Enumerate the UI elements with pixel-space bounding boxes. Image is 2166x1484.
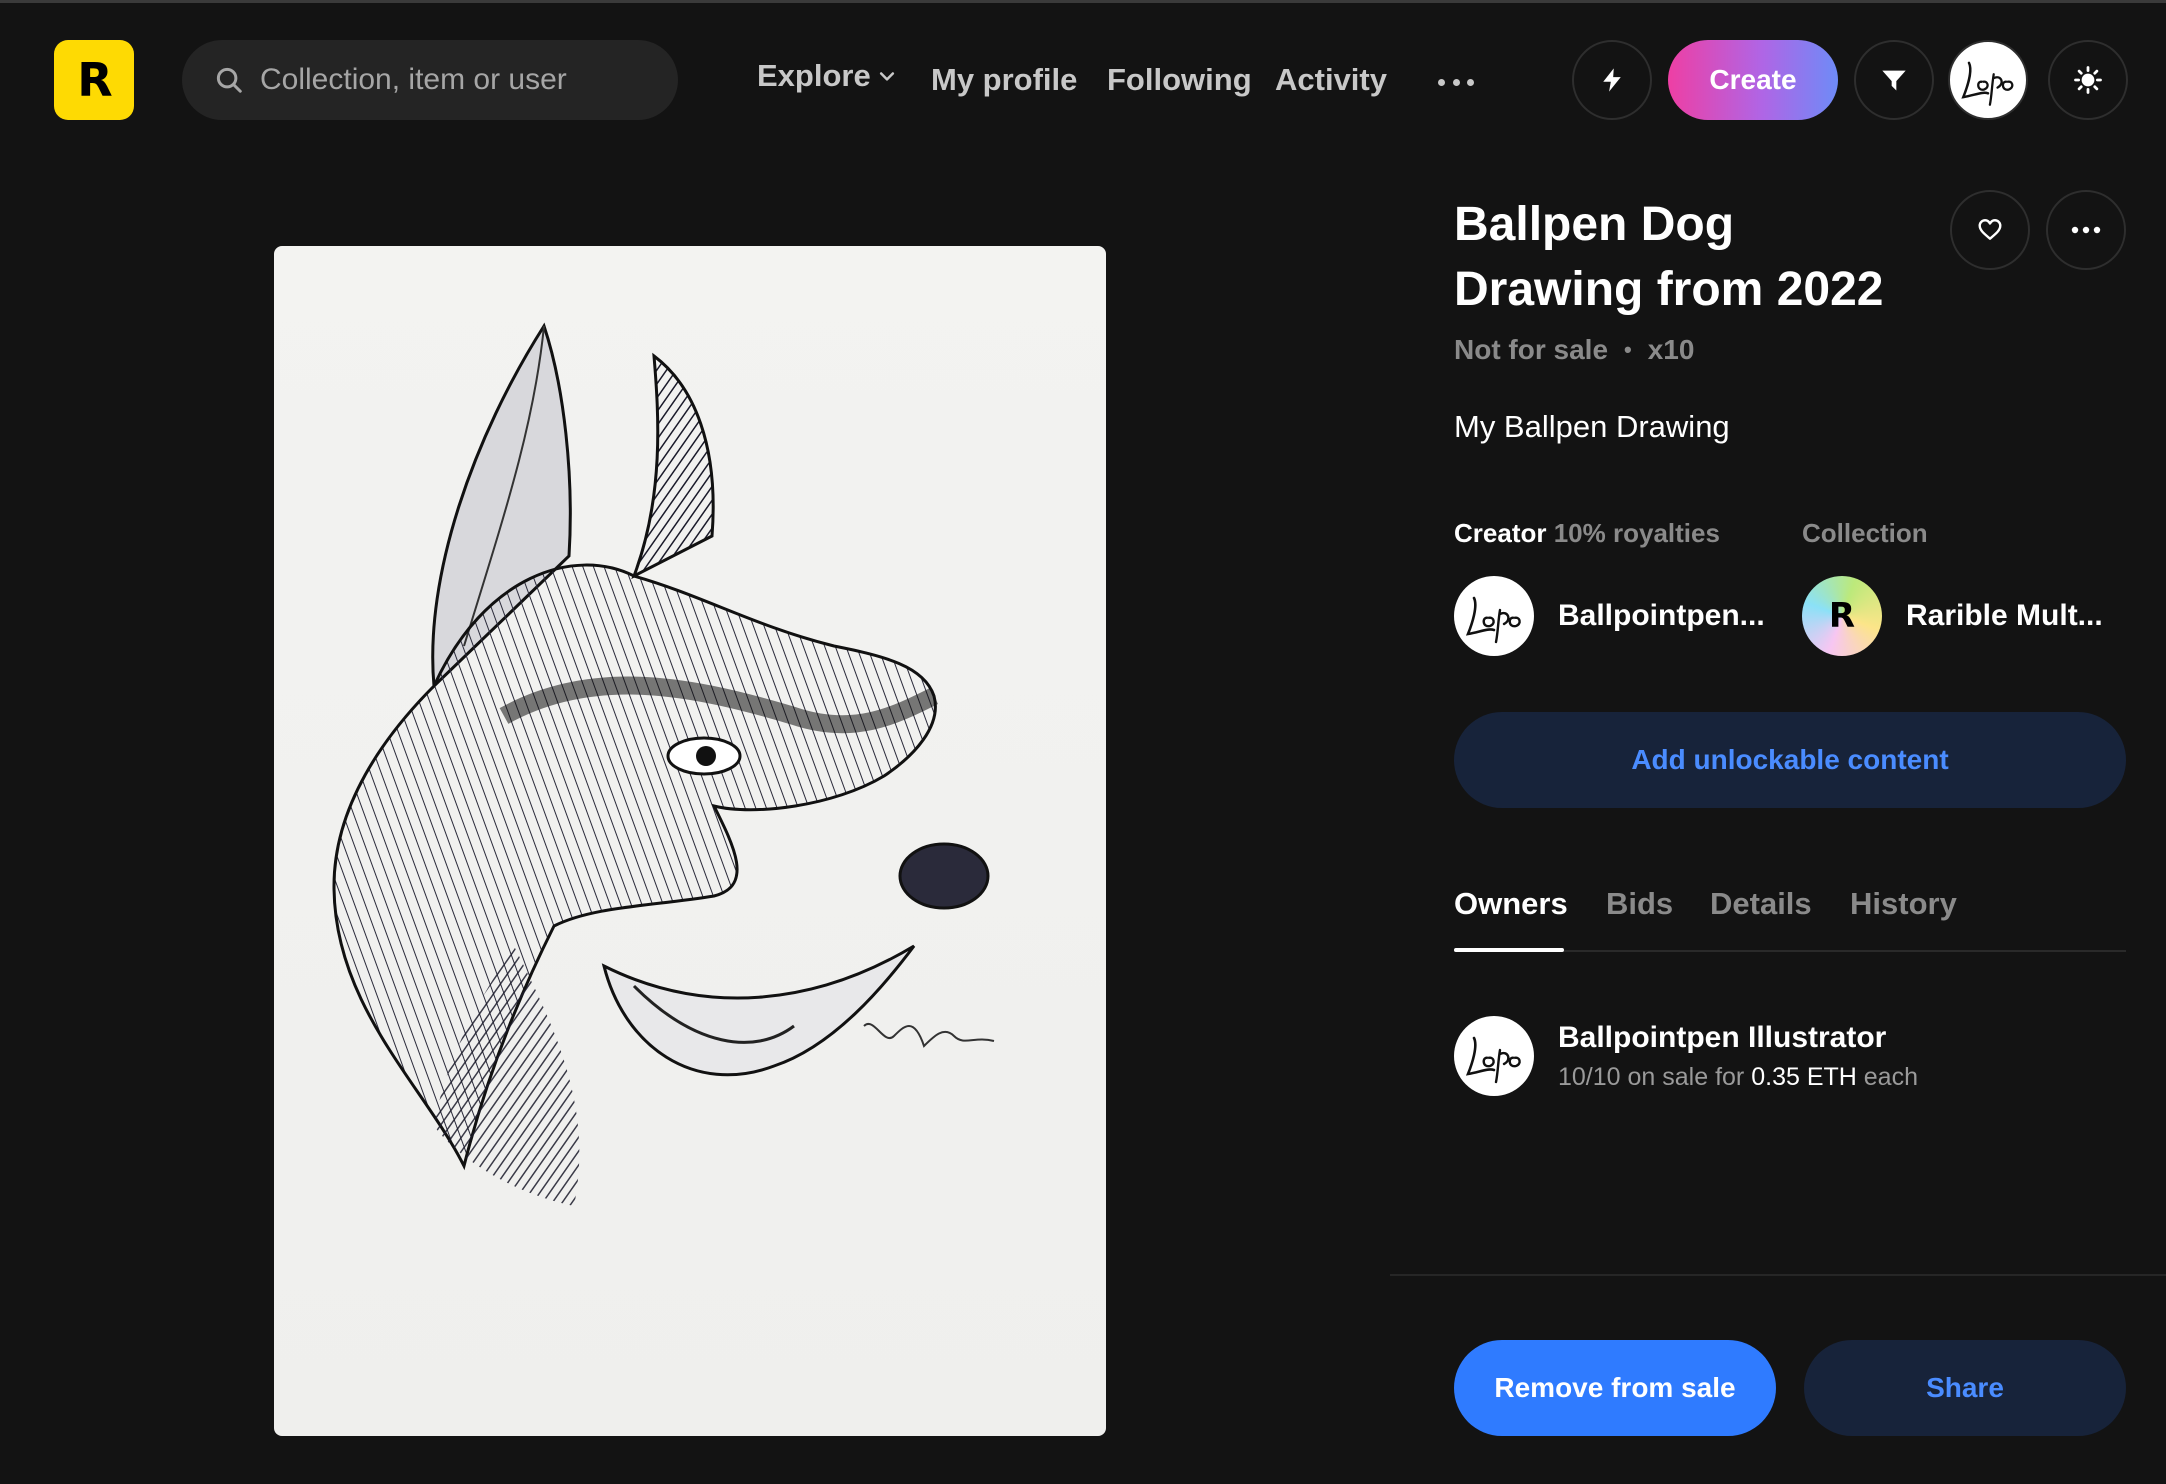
footer-divider bbox=[1390, 1274, 2166, 1276]
meta-separator: • bbox=[1624, 337, 1632, 362]
signature-avatar-image bbox=[1961, 61, 2014, 106]
tab-details[interactable]: Details bbox=[1710, 886, 1812, 922]
nav-following[interactable]: Following bbox=[1107, 58, 1252, 102]
item-description: My Ballpen Drawing bbox=[1454, 409, 1730, 444]
search-input[interactable] bbox=[260, 63, 640, 97]
search-bar[interactable] bbox=[182, 40, 678, 120]
item-more-button[interactable] bbox=[2046, 190, 2126, 270]
heart-icon bbox=[1978, 219, 2002, 240]
nav-activity[interactable]: Activity bbox=[1275, 58, 1387, 102]
owner-quantity: 10/10 bbox=[1558, 1062, 1621, 1091]
item-tabs: Owners Bids Details History bbox=[1454, 880, 2126, 952]
owner-name: Ballpointpen Illustrator bbox=[1558, 1020, 1887, 1054]
rarible-logo[interactable]: R bbox=[54, 40, 134, 120]
add-unlockable-content-button[interactable]: Add unlockable content bbox=[1454, 712, 2126, 808]
item-title: Ballpen Dog Drawing from 2022 bbox=[1454, 198, 1884, 316]
nav-my-profile[interactable]: My profile bbox=[931, 58, 1077, 102]
collection-label: Collection bbox=[1802, 518, 1928, 548]
owner-avatar bbox=[1454, 1016, 1534, 1096]
edition-count: x10 bbox=[1647, 334, 1695, 365]
tab-bids[interactable]: Bids bbox=[1606, 886, 1673, 922]
creator-avatar bbox=[1454, 576, 1534, 656]
create-button[interactable]: Create bbox=[1668, 40, 1838, 120]
creator-heading: Creator 10% royalties bbox=[1454, 518, 1720, 549]
dog-drawing-illustration bbox=[332, 322, 995, 1206]
window-top-border bbox=[0, 0, 2166, 3]
tab-history[interactable]: History bbox=[1850, 886, 1957, 922]
search-icon bbox=[216, 67, 242, 93]
tab-owners[interactable]: Owners bbox=[1454, 886, 1568, 922]
item-meta: Not for sale • x10 bbox=[1454, 334, 1694, 366]
more-dots-icon[interactable] bbox=[1438, 64, 1474, 100]
signature-avatar-image bbox=[1465, 596, 1521, 644]
royalties-label: 10% royalties bbox=[1553, 518, 1720, 548]
theme-toggle-button[interactable] bbox=[2048, 40, 2128, 120]
owner-each-text: each bbox=[1863, 1062, 1918, 1091]
sale-status: Not for sale bbox=[1454, 334, 1609, 365]
more-dots-icon bbox=[2071, 226, 2101, 234]
creator-link[interactable]: Ballpointpen... bbox=[1454, 576, 1765, 656]
owner-row[interactable]: Ballpointpen Illustrator 10/10 on sale f… bbox=[1454, 1016, 1918, 1096]
chevron-down-icon bbox=[879, 72, 894, 81]
active-tab-indicator bbox=[1454, 948, 1564, 952]
owner-on-sale-text: on sale for bbox=[1627, 1062, 1745, 1091]
activity-lightning-button[interactable] bbox=[1572, 40, 1652, 120]
lightning-icon bbox=[1603, 68, 1621, 92]
nav-explore-label: Explore bbox=[757, 58, 871, 93]
user-avatar[interactable] bbox=[1948, 40, 2028, 120]
creator-label: Creator bbox=[1454, 518, 1547, 548]
sun-icon bbox=[2074, 66, 2102, 94]
nft-artwork-image[interactable] bbox=[274, 246, 1106, 1436]
filter-button[interactable] bbox=[1854, 40, 1934, 120]
collection-avatar-letter: R bbox=[1828, 596, 1856, 636]
collection-name: Rarible Mult... bbox=[1906, 599, 2103, 632]
creator-name: Ballpointpen... bbox=[1558, 599, 1765, 632]
funnel-icon bbox=[1882, 70, 1906, 91]
owner-sale-info: 10/10 on sale for 0.35 ETH each bbox=[1558, 1063, 1918, 1092]
collection-avatar: R bbox=[1802, 576, 1882, 656]
favorite-button[interactable] bbox=[1950, 190, 2030, 270]
share-button[interactable]: Share bbox=[1804, 1340, 2126, 1436]
owner-price: 0.35 ETH bbox=[1751, 1062, 1857, 1091]
collection-link[interactable]: R Rarible Mult... bbox=[1802, 576, 2103, 656]
signature-avatar-image bbox=[1465, 1036, 1521, 1084]
remove-from-sale-button[interactable]: Remove from sale bbox=[1454, 1340, 1776, 1436]
owner-info: Ballpointpen Illustrator 10/10 on sale f… bbox=[1558, 1021, 1918, 1092]
nav-explore[interactable]: Explore bbox=[757, 58, 897, 94]
logo-letter: R bbox=[77, 53, 112, 107]
